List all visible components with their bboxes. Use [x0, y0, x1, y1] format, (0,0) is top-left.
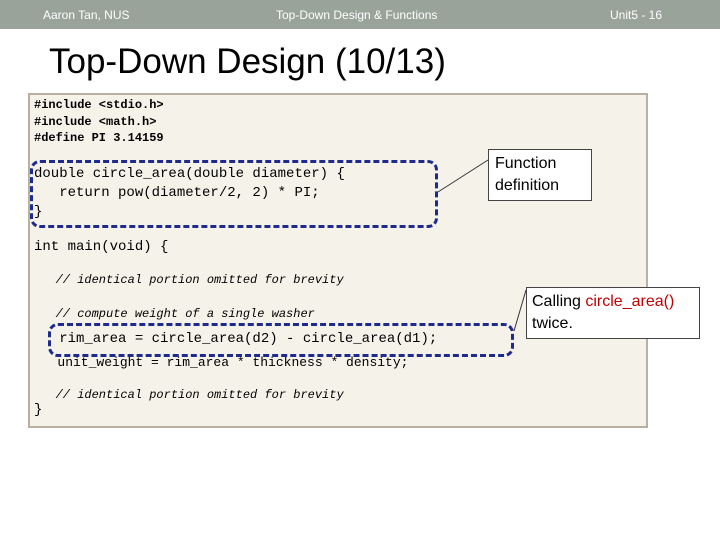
- definition-callout-line2: definition: [495, 177, 560, 194]
- definition-connector-line: [437, 159, 489, 193]
- calling-callout-suffix: twice.: [532, 315, 573, 332]
- calling-callout-prefix: Calling: [532, 293, 586, 310]
- callout-connectors: [437, 159, 527, 332]
- calling-callout-function-name: circle_area(): [585, 293, 675, 310]
- call-connector-line: [513, 289, 527, 332]
- function-definition-callout: Function definition: [488, 149, 592, 201]
- definition-callout-line1: Function: [495, 155, 557, 172]
- calling-twice-callout: Calling circle_area() twice.: [526, 287, 700, 339]
